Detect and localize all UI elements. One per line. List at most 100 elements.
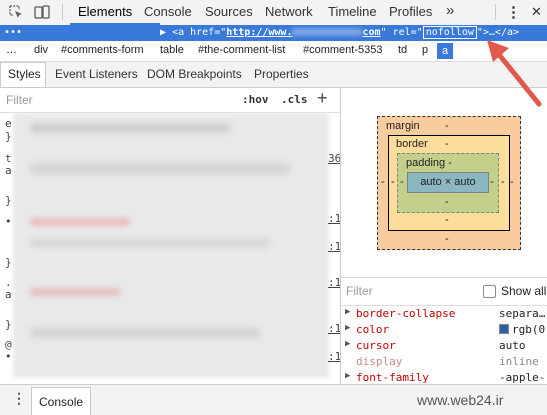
- tab-timeline[interactable]: Timeline: [328, 4, 377, 19]
- breadcrumb-item-p[interactable]: p: [422, 44, 428, 56]
- rule-gutter-char: }: [5, 318, 12, 331]
- blurred-rule-line: [30, 328, 260, 338]
- drawer-menu-button[interactable]: ⋮: [12, 390, 26, 407]
- more-tabs-button[interactable]: »: [446, 2, 454, 19]
- expand-triangle-icon[interactable]: ▶: [345, 323, 350, 333]
- devtools-toolbar: Elements Console Sources Network Timelin…: [0, 0, 547, 26]
- drawer-tab-console[interactable]: Console: [31, 387, 91, 415]
- styles-pane: e } t a } • } . a } @ • 36 :1 :1 :1 :1 :…: [0, 113, 340, 383]
- subtab-styles[interactable]: Styles: [0, 62, 46, 87]
- new-style-rule-button[interactable]: +: [317, 88, 328, 109]
- property-name: font-family: [356, 371, 429, 384]
- tab-console[interactable]: Console: [144, 4, 192, 19]
- source-link[interactable]: 36: [328, 152, 340, 165]
- property-value: rgb(0,: [512, 323, 547, 336]
- blurred-rule-line: [30, 218, 130, 226]
- border-bottom-value[interactable]: -: [445, 214, 449, 226]
- breadcrumb-item-div[interactable]: div: [34, 44, 48, 56]
- margin-label: margin: [386, 120, 420, 132]
- computed-property-row[interactable]: ▶ border-collapse separa…: [341, 306, 547, 322]
- computed-property-row[interactable]: ▶ color rgb(0,: [341, 322, 547, 338]
- show-all-label: Show all: [501, 284, 547, 298]
- breadcrumb-item-comment-list[interactable]: #the-comment-list: [198, 44, 285, 56]
- margin-top-value[interactable]: -: [445, 120, 449, 132]
- box-model-content[interactable]: auto × auto: [407, 172, 489, 193]
- rule-gutter-char: a: [5, 164, 12, 177]
- source-link[interactable]: :1: [328, 276, 340, 289]
- show-all-checkbox[interactable]: [483, 285, 496, 298]
- subtab-properties[interactable]: Properties: [254, 67, 309, 81]
- console-drawer: ⋮ Console www.web24.ir: [0, 384, 547, 415]
- padding-bottom-value[interactable]: -: [445, 196, 449, 208]
- blurred-rule-line: [30, 238, 270, 248]
- hover-state-toggle[interactable]: :hov: [242, 93, 269, 106]
- margin-right-value[interactable]: -: [510, 176, 514, 188]
- rule-gutter-char: }: [5, 130, 12, 143]
- rel-value-highlight: nofollow: [422, 26, 477, 39]
- selected-dom-node[interactable]: ••• ▶ <a href="http://www. com" rel=" nofo…: [0, 25, 547, 41]
- breadcrumb-item-td[interactable]: td: [398, 44, 407, 56]
- property-name: color: [356, 323, 390, 336]
- rel-value: nofollow: [425, 27, 474, 38]
- expand-triangle-icon[interactable]: ▶: [345, 371, 350, 381]
- subtab-dom-breakpoints[interactable]: DOM Breakpoints: [147, 67, 242, 81]
- padding-left-value[interactable]: -: [400, 176, 404, 188]
- rule-gutter-char: a: [5, 288, 12, 301]
- padding-right-value[interactable]: -: [490, 176, 494, 188]
- expand-triangle-icon[interactable]: ▶: [345, 307, 350, 317]
- dom-node-tag-open: <a href=": [172, 27, 227, 38]
- property-value: -apple-: [499, 371, 546, 384]
- tab-elements[interactable]: Elements: [78, 4, 132, 19]
- styles-filter-input[interactable]: Filter: [6, 93, 33, 107]
- property-value-wrap: rgb(0,: [499, 323, 547, 336]
- computed-filter-input[interactable]: Filter: [346, 284, 373, 298]
- toolbar-divider-2: [495, 4, 496, 20]
- property-value: inline: [499, 355, 539, 368]
- border-left-value[interactable]: -: [391, 176, 395, 188]
- padding-label: padding -: [406, 157, 452, 169]
- sidebar-tabs: Styles Event Listeners DOM Breakpoints P…: [0, 62, 547, 88]
- rule-gutter-char: •: [5, 215, 12, 228]
- border-right-value[interactable]: -: [501, 176, 505, 188]
- border-top-value[interactable]: -: [445, 138, 449, 150]
- subtab-styles-label: Styles: [8, 67, 41, 81]
- tab-network[interactable]: Network: [265, 4, 313, 19]
- dom-node-dots: •••: [4, 27, 23, 38]
- tab-sources[interactable]: Sources: [205, 4, 253, 19]
- breadcrumb-item-comment-5353[interactable]: #comment-5353: [303, 44, 383, 56]
- margin-bottom-value[interactable]: -: [445, 233, 449, 245]
- computed-property-row[interactable]: display inline: [341, 354, 547, 370]
- margin-left-value[interactable]: -: [381, 176, 385, 188]
- styles-filter-bar: Filter :hov .cls +: [0, 88, 340, 113]
- computed-property-row[interactable]: ▶ cursor auto: [341, 338, 547, 354]
- rule-gutter-char: }: [5, 256, 12, 269]
- expand-triangle-icon[interactable]: ▶: [345, 339, 350, 349]
- class-toggle[interactable]: .cls: [281, 93, 308, 106]
- source-link[interactable]: :1: [328, 240, 340, 253]
- source-link[interactable]: :1: [328, 350, 340, 363]
- computed-filter-bar: Filter Show all: [341, 277, 547, 306]
- source-link[interactable]: :1: [328, 212, 340, 225]
- property-name: cursor: [356, 339, 396, 352]
- expand-triangle-icon[interactable]: ▶: [160, 27, 166, 38]
- blurred-rule-line: [30, 163, 290, 175]
- rule-gutter-char: }: [5, 194, 12, 207]
- inspect-element-icon[interactable]: [9, 5, 23, 19]
- breadcrumb-item-a[interactable]: a: [437, 43, 454, 59]
- border-label: border: [396, 138, 428, 150]
- property-name: border-collapse: [356, 307, 456, 320]
- property-value: separa…: [499, 307, 546, 320]
- source-link[interactable]: :1: [328, 322, 340, 335]
- breadcrumb-item-comments-form[interactable]: #comments-form: [61, 44, 144, 56]
- tab-profiles[interactable]: Profiles: [389, 4, 432, 19]
- close-devtools-button[interactable]: ✕: [531, 4, 542, 20]
- href-value[interactable]: http://www. com: [226, 27, 380, 38]
- drawer-tab-console-label: Console: [39, 395, 84, 409]
- device-mode-icon[interactable]: [34, 5, 50, 19]
- devtools-menu-button[interactable]: ⋮: [506, 3, 521, 21]
- color-swatch[interactable]: [499, 324, 509, 334]
- dom-node-rel-attr: " rel=": [380, 27, 423, 38]
- subtab-event-listeners[interactable]: Event Listeners: [55, 67, 138, 81]
- breadcrumb-ellipsis[interactable]: …: [6, 44, 17, 56]
- breadcrumb-item-table[interactable]: table: [160, 44, 184, 56]
